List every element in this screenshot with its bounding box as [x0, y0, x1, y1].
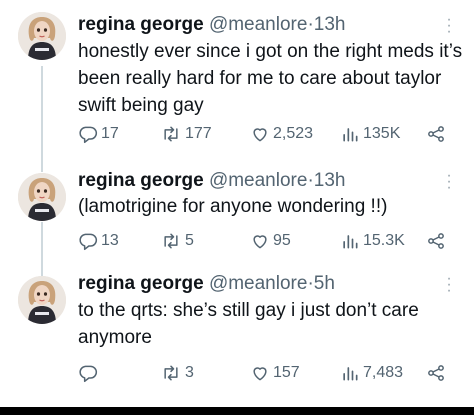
- tweet-text: to the qrts: she’s still gay i just don’…: [78, 300, 425, 348]
- like-button[interactable]: 95: [250, 229, 291, 253]
- like-count: 157: [273, 364, 300, 381]
- bottom-bar: [0, 407, 474, 415]
- view-count: 7,483: [363, 364, 404, 381]
- reply-button[interactable]: [78, 361, 101, 385]
- share-icon: [428, 365, 444, 381]
- repost-icon: [164, 233, 178, 249]
- views-icon: [343, 367, 358, 381]
- avatar[interactable]: [18, 276, 66, 324]
- views-button[interactable]: 135K: [340, 122, 400, 146]
- display-name[interactable]: regina george: [78, 170, 204, 191]
- tweet[interactable]: regina george @meanlore·5h · · · to the qr…: [0, 270, 474, 400]
- avatar[interactable]: [18, 12, 66, 60]
- views-icon: [343, 235, 358, 249]
- repost-button[interactable]: 3: [160, 361, 194, 385]
- like-icon: [253, 367, 267, 381]
- like-icon: [253, 235, 267, 249]
- repost-count: 3: [185, 364, 194, 381]
- tweet-actions: 17 177 2,523 135K: [78, 122, 458, 146]
- views-icon: [343, 128, 358, 142]
- display-name[interactable]: regina george: [78, 14, 204, 35]
- like-button[interactable]: 157: [250, 361, 300, 385]
- repost-icon: [164, 365, 178, 381]
- share-icon: [428, 126, 444, 142]
- timestamp[interactable]: 5h: [314, 273, 335, 294]
- reply-count: 13: [101, 232, 119, 249]
- share-button[interactable]: [426, 122, 446, 146]
- repost-button[interactable]: 177: [160, 122, 212, 146]
- tweet-actions: 13 5 95 15.3K: [78, 229, 458, 253]
- like-button[interactable]: 2,523: [250, 122, 313, 146]
- like-count: 2,523: [273, 125, 314, 142]
- share-button[interactable]: [426, 229, 446, 253]
- more-icon[interactable]: · · ·: [444, 271, 454, 299]
- repost-button[interactable]: 5: [160, 229, 194, 253]
- like-icon: [253, 128, 267, 142]
- views-button[interactable]: 15.3K: [340, 229, 405, 253]
- tweet-header: regina george @meanlore·13h: [78, 170, 345, 192]
- username[interactable]: @meanlore: [209, 273, 308, 294]
- tweet-actions: 3 157 7,483: [78, 361, 458, 385]
- more-icon[interactable]: · · ·: [444, 168, 454, 196]
- views-button[interactable]: 7,483: [340, 361, 403, 385]
- reply-icon: [79, 233, 98, 251]
- tweet-header: regina george @meanlore·5h: [78, 273, 335, 295]
- repost-count: 5: [185, 232, 194, 249]
- tweet[interactable]: regina george @meanlore·13h · · · honestly…: [0, 0, 474, 170]
- display-name[interactable]: regina george: [78, 273, 204, 294]
- reply-icon: [79, 126, 98, 144]
- avatar[interactable]: [18, 173, 66, 221]
- tweet-text: honestly ever since i got on the right m…: [78, 41, 468, 116]
- view-count: 135K: [363, 125, 401, 142]
- repost-count: 177: [185, 125, 212, 142]
- username[interactable]: @meanlore: [209, 14, 308, 35]
- like-count: 95: [273, 232, 291, 249]
- more-icon[interactable]: · · ·: [444, 12, 454, 40]
- share-icon: [428, 233, 444, 249]
- view-count: 15.3K: [363, 232, 405, 249]
- share-button[interactable]: [426, 361, 446, 385]
- tweet-header: regina george @meanlore·13h: [78, 14, 345, 36]
- timestamp[interactable]: 13h: [314, 14, 346, 35]
- username[interactable]: @meanlore: [209, 170, 308, 191]
- reply-button[interactable]: 17: [78, 122, 119, 146]
- reply-count: 17: [101, 125, 119, 142]
- tweet[interactable]: regina george @meanlore·13h · · · (lamotri…: [0, 168, 474, 260]
- reply-icon: [79, 365, 98, 383]
- repost-icon: [164, 126, 178, 142]
- tweet-text: (lamotrigine for anyone wondering !!): [78, 196, 388, 217]
- reply-button[interactable]: 13: [78, 229, 119, 253]
- timestamp[interactable]: 13h: [314, 170, 346, 191]
